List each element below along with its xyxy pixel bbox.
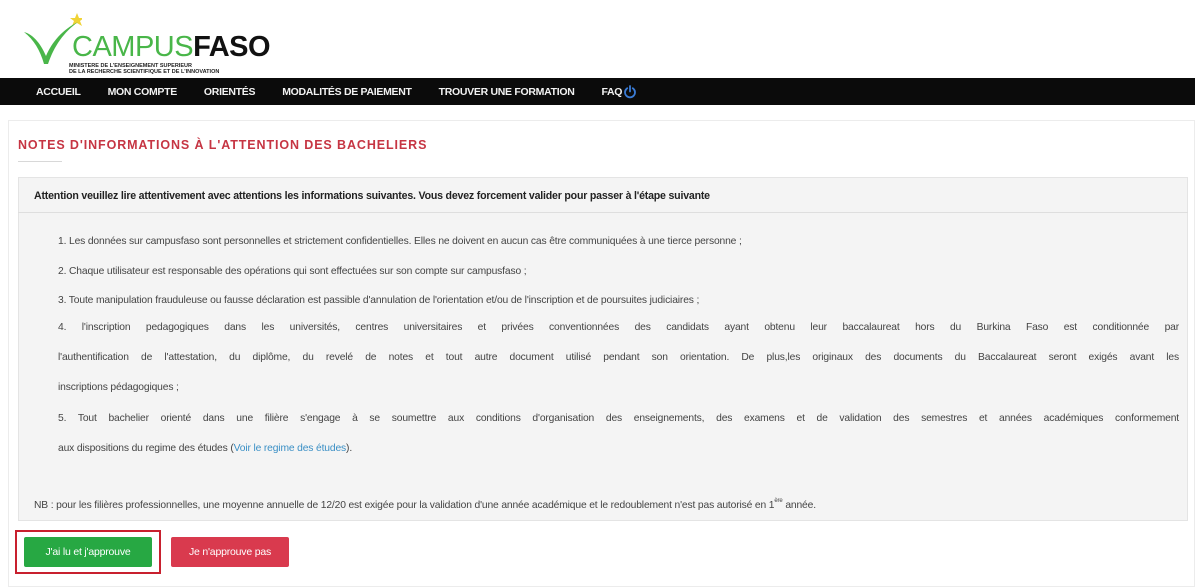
info-item-5-line2: aux dispositions du regime des études (V… [58,443,352,454]
campusfaso-logo[interactable]: CAMPUSFASO MINISTERE DE L'ENSEIGNEMENT S… [22,10,282,76]
info-item-5-suffix: ). [346,443,353,454]
info-item-1: 1. Les données sur campusfaso sont perso… [58,236,742,247]
nav-items: ACCUEIL MON COMPTE ORIENTÉS MODALITÉS DE… [36,78,649,105]
title-divider [18,161,62,162]
logo-subtitle: MINISTERE DE L'ENSEIGNEMENT SUPERIEUR DE… [69,63,219,75]
page-title: NOTES D'INFORMATIONS À L'ATTENTION DES B… [18,138,428,152]
nav-item-modalites-paiement[interactable]: MODALITÉS DE PAIEMENT [282,86,412,98]
information-box [18,177,1188,521]
nav-item-orientes[interactable]: ORIENTÉS [204,86,256,98]
logo-faso-text: FASO [193,31,271,63]
logo-campus-text: CAMPUS [72,31,194,63]
nb-note-text: NB : pour les filières professionnelles,… [34,500,775,511]
logo-title: CAMPUSFASO [72,31,271,63]
attention-text: Attention veuillez lire attentivement av… [34,190,710,202]
nb-note-superscript: ère [774,498,783,504]
info-item-2: 2. Chaque utilisateur est responsable de… [58,266,527,277]
regime-etudes-link[interactable]: Voir le regime des études [234,443,347,454]
site-header: CAMPUSFASO MINISTERE DE L'ENSEIGNEMENT S… [0,0,1195,78]
info-item-5-prefix: aux dispositions du regime des études ( [58,443,234,454]
nb-note-suffix: année. [782,500,816,511]
logo-subtitle-line2: DE LA RECHERCHE SCIENTIFIQUE ET DE L'INN… [69,69,220,75]
nb-note: NB : pour les filières professionnelles,… [34,498,816,511]
nav-item-trouver-formation[interactable]: TROUVER UNE FORMATION [439,86,575,98]
info-item-5-line1: 5. Tout bachelier orienté dans une filiè… [58,413,1179,424]
nav-item-faq[interactable]: FAQ [601,86,622,98]
main-navbar: ACCUEIL MON COMPTE ORIENTÉS MODALITÉS DE… [0,78,1195,105]
info-item-4-line1: 4. l'inscription pedagogiques dans les u… [58,322,1179,333]
nav-item-accueil[interactable]: ACCUEIL [36,86,81,98]
info-item-4-line3: inscriptions pédagogiques ; [58,382,179,393]
reject-button[interactable]: Je n'approuve pas [171,537,289,567]
power-icon[interactable] [623,85,637,99]
info-item-4-line2: l'authentification de l'attestation, du … [58,352,1179,363]
approve-button[interactable]: J'ai lu et j'approuve [24,537,152,567]
info-item-3: 3. Toute manipulation frauduleuse ou fau… [58,295,700,306]
nav-item-mon-compte[interactable]: MON COMPTE [108,86,178,98]
